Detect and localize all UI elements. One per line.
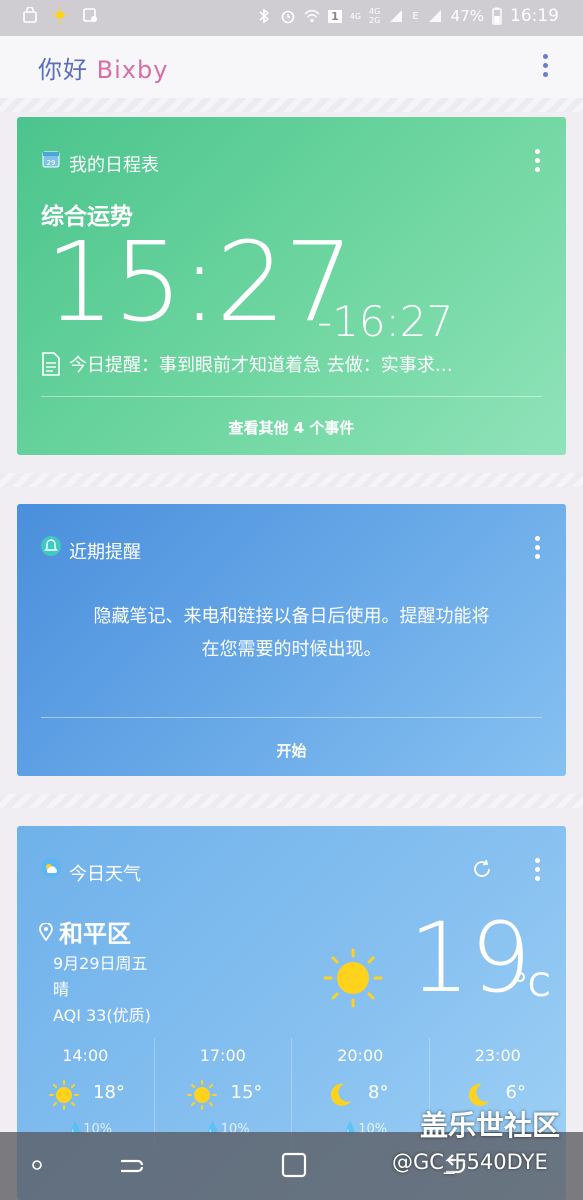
sun-icon xyxy=(52,7,68,23)
event-note-text: 今日提醒：事到眼前才知道着急 去做：实事求… xyxy=(69,355,453,376)
weather-condition: 晴 xyxy=(53,980,70,999)
bixby-header: 你好 Bixby xyxy=(0,36,583,98)
weather-icon xyxy=(41,858,61,878)
network-label-2g: 2G xyxy=(369,16,381,25)
hourly-time: 23:00 xyxy=(474,1046,521,1065)
status-system: 1 4G 4G 2G E 47% 16:19 xyxy=(256,6,559,26)
network-edge: E xyxy=(412,10,419,22)
weather-glyph xyxy=(46,864,57,873)
reminder-description-line2: 在您需要的时候出现。 xyxy=(201,639,382,660)
wifi-icon xyxy=(304,9,320,23)
hourly-temp: 18° xyxy=(93,1082,125,1103)
card-more-menu-icon[interactable] xyxy=(534,536,540,562)
recent-apps-icon[interactable] xyxy=(118,1152,146,1180)
clock: 16:19 xyxy=(510,6,559,26)
divider-band xyxy=(0,98,583,112)
location-name: 和平区 xyxy=(59,920,131,948)
card-title: 我的日程表 xyxy=(69,155,159,176)
card-more-menu-icon[interactable] xyxy=(534,858,540,884)
calendar-day: 29 xyxy=(47,159,56,167)
event-note: 今日提醒：事到眼前才知道着急 去做：实事求… xyxy=(41,351,453,377)
watermark-title: 盖乐世社区 xyxy=(420,1109,561,1142)
location-pin-icon xyxy=(39,922,53,941)
header-more-menu-icon[interactable] xyxy=(542,54,548,80)
start-button[interactable]: 开始 xyxy=(17,740,566,761)
divider-band xyxy=(0,794,583,808)
sim-badge: 1 xyxy=(328,9,342,23)
weather-aqi: AQI 33(优质) xyxy=(53,1006,151,1025)
greeting-text: 你好 xyxy=(38,56,88,84)
screen-record-icon xyxy=(83,8,97,22)
refresh-icon[interactable] xyxy=(471,858,493,880)
event-end-time: -16:27 xyxy=(317,297,454,346)
sun-icon xyxy=(49,1080,79,1110)
location: 和平区 xyxy=(39,914,131,949)
schedule-card[interactable]: 29 我的日程表 综合运势 15:27 -16:27 今日提醒：事到眼前才知道着… xyxy=(17,117,566,455)
calendar-glyph: 29 xyxy=(42,151,60,168)
reminder-description-line1: 隐藏笔记、来电和链接以备日后使用。提醒功能将 xyxy=(93,606,490,627)
event-start-time: 15:27 xyxy=(45,218,354,346)
bluetooth-icon xyxy=(259,8,270,24)
card-divider xyxy=(41,396,542,397)
current-sun-icon xyxy=(323,948,383,1008)
reminder-card[interactable]: 近期提醒 隐藏笔记、来电和链接以备日后使用。提醒功能将 在您需要的时候出现。 开… xyxy=(17,504,566,776)
signal-icon xyxy=(390,10,403,22)
status-notifications xyxy=(22,7,98,23)
document-icon xyxy=(42,352,60,376)
status-bar: 1 4G 4G 2G E 47% 16:19 xyxy=(0,0,583,36)
hourly-time: 14:00 xyxy=(62,1046,109,1065)
hourly-temp: 15° xyxy=(230,1082,263,1103)
hourly-time: 17:00 xyxy=(199,1046,246,1065)
brand-text: Bixby xyxy=(96,56,169,84)
card-more-menu-icon[interactable] xyxy=(534,149,540,175)
hourly-time: 20:00 xyxy=(337,1046,384,1065)
card-divider xyxy=(41,717,542,718)
view-other-events-link[interactable]: 查看其他 4 个事件 xyxy=(17,417,566,438)
bag-icon xyxy=(23,7,37,23)
reminder-description: 隐藏笔记、来电和链接以备日后使用。提醒功能将 在您需要的时候出现。 xyxy=(41,600,542,666)
watermark-handle: @GC_F540DYE xyxy=(392,1150,548,1174)
card-title: 今日天气 xyxy=(69,864,141,885)
reminder-glyph xyxy=(44,539,58,551)
network-4g: 4G xyxy=(349,11,362,21)
reminder-icon xyxy=(41,536,61,556)
alarm-icon xyxy=(281,10,295,24)
hourly-temp: 8° xyxy=(368,1082,389,1103)
nav-dot-icon[interactable] xyxy=(31,1159,43,1171)
home-icon[interactable] xyxy=(281,1152,307,1178)
card-title: 近期提醒 xyxy=(69,542,141,563)
hourly-temp: 6° xyxy=(505,1082,526,1103)
weather-date: 9月29日周五 xyxy=(53,954,148,973)
sun-icon xyxy=(186,1080,217,1110)
network-label-4g: 4G xyxy=(369,7,381,16)
network-4g-2g: 4G 2G xyxy=(369,7,380,25)
calendar-icon: 29 xyxy=(41,149,61,169)
signal-icon-2 xyxy=(428,10,441,22)
temperature-unit: °C xyxy=(512,966,551,1004)
battery-icon xyxy=(492,7,502,25)
moon-icon xyxy=(330,1083,351,1106)
bixby-logo: 你好 Bixby xyxy=(38,50,168,85)
divider-band xyxy=(0,473,583,487)
battery-percent: 47% xyxy=(450,7,484,25)
